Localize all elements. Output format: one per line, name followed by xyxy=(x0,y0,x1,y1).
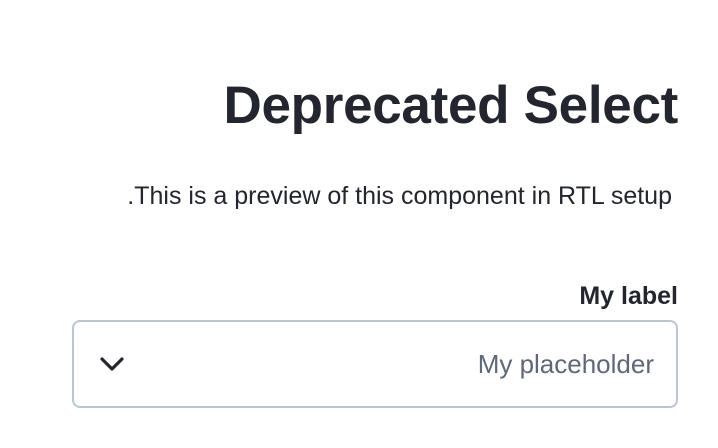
page-subtitle: This is a preview of this component in R… xyxy=(127,182,672,210)
select-field: My label My placeholder xyxy=(72,280,678,408)
chevron-down-icon[interactable] xyxy=(98,350,126,378)
select-placeholder: My placeholder xyxy=(477,349,654,379)
page-title: Deprecated Select xyxy=(223,76,679,135)
select-label: My label xyxy=(579,282,678,310)
select-dropdown[interactable]: My placeholder xyxy=(72,320,678,408)
page: Deprecated Select This is a preview of t… xyxy=(0,0,718,448)
